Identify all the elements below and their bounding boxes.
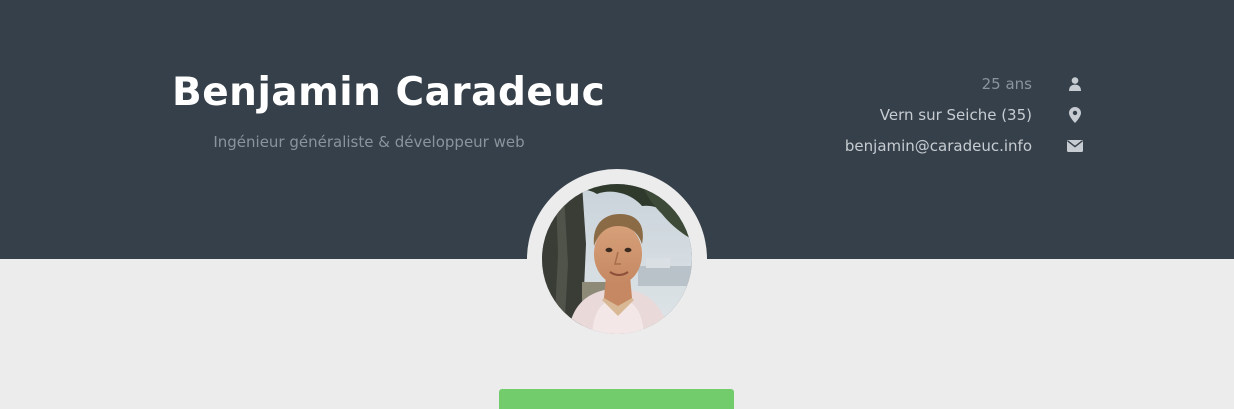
- info-row-location: Vern sur Seiche (35): [744, 99, 1084, 130]
- email-link[interactable]: benjamin@caradeuc.info: [845, 137, 1032, 155]
- contact-info: 25 ans Vern sur Seiche (35) benjamin@car…: [744, 68, 1084, 161]
- map-marker-icon: [1066, 106, 1084, 123]
- envelope-icon: [1066, 139, 1084, 152]
- avatar: [542, 184, 692, 334]
- primary-action-button[interactable]: [499, 389, 734, 409]
- avatar-frame: [527, 169, 707, 349]
- page: Benjamin Caradeuc Ingénieur généraliste …: [0, 0, 1234, 409]
- user-icon: [1066, 76, 1084, 91]
- profile-title: Ingénieur généraliste & développeur web: [213, 133, 525, 151]
- location-text: Vern sur Seiche (35): [879, 105, 1032, 124]
- age-text: 25 ans: [981, 74, 1032, 93]
- info-row-age: 25 ans: [744, 68, 1084, 99]
- profile-name: Benjamin Caradeuc: [172, 70, 606, 115]
- info-row-email: benjamin@caradeuc.info: [744, 130, 1084, 161]
